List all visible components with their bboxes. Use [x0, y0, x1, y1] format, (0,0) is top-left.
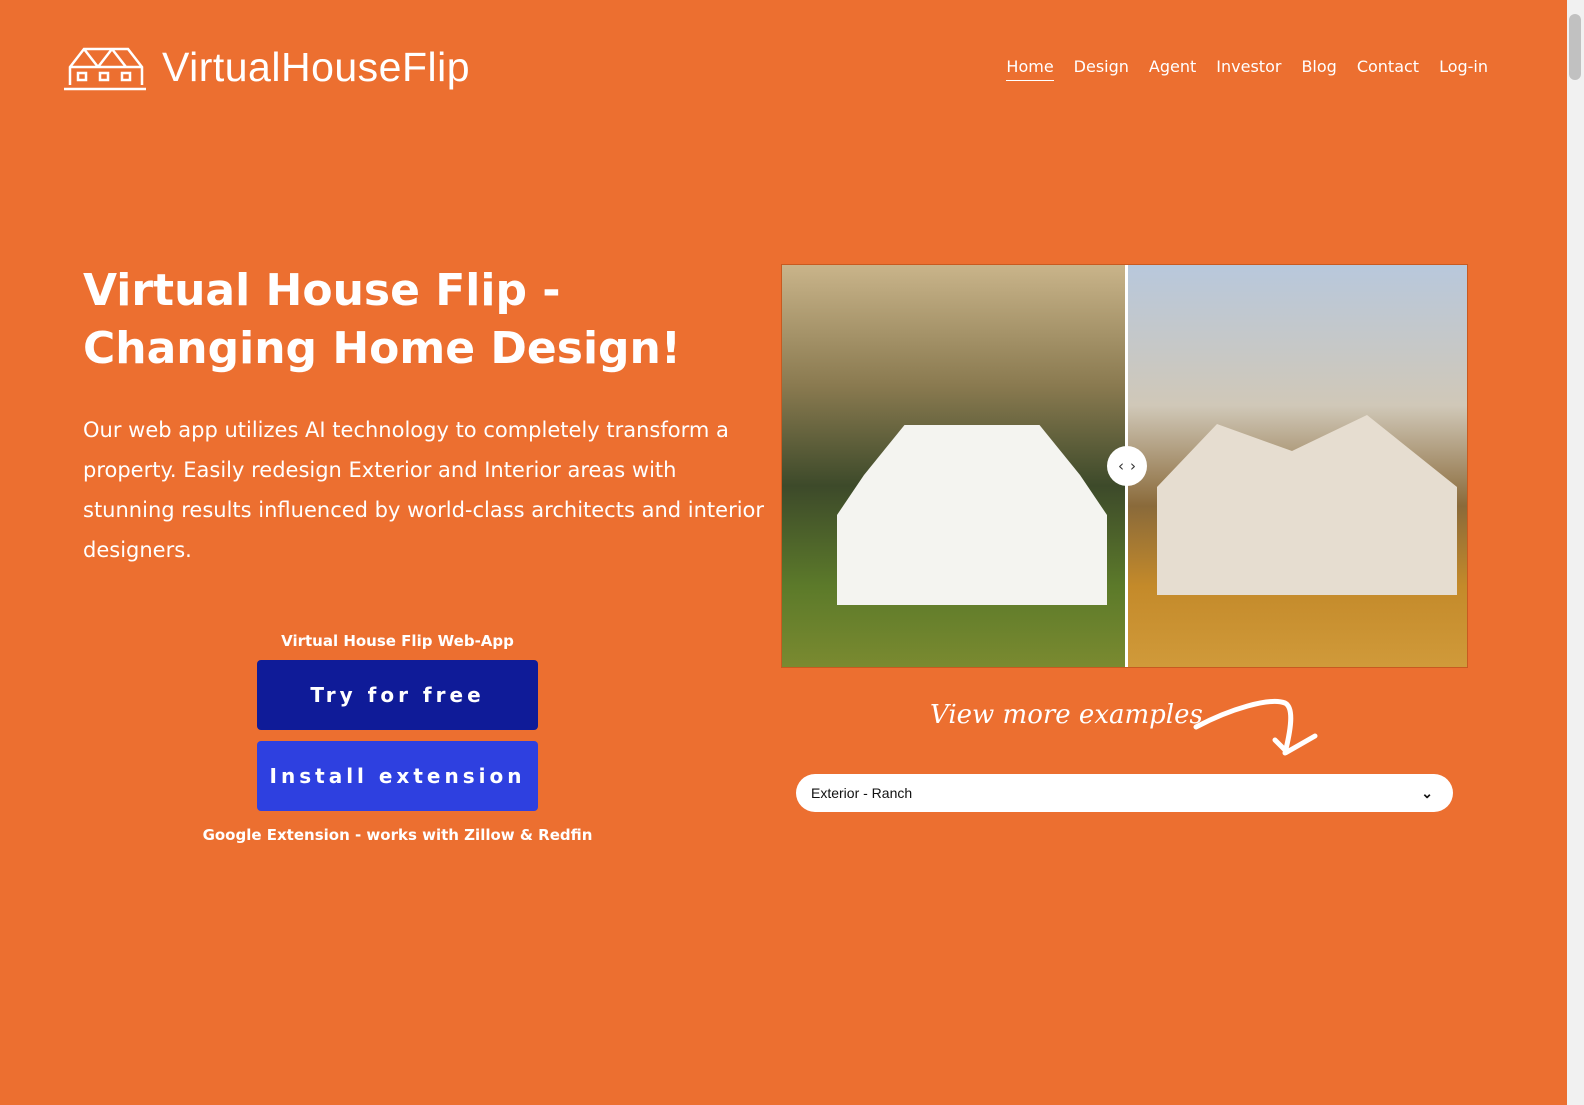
before-after-slider[interactable]: ‹ ›: [781, 264, 1468, 668]
cta-label: Virtual House Flip Web-App: [281, 632, 514, 650]
examples-select[interactable]: Exterior - Ranch ⌄: [796, 774, 1453, 812]
chevron-down-icon: ⌄: [1421, 784, 1433, 801]
slider-handle[interactable]: ‹ ›: [1107, 446, 1147, 486]
brand-name: VirtualHouseFlip: [162, 44, 471, 90]
nav-home[interactable]: Home: [1006, 57, 1054, 81]
logo[interactable]: VirtualHouseFlip: [62, 44, 470, 91]
house-logo-icon: [64, 47, 146, 90]
curved-arrow-icon: [1193, 698, 1318, 756]
renovated-house: [837, 425, 1107, 605]
nav-blog[interactable]: Blog: [1301, 57, 1336, 81]
hero-description: Our web app utilizes AI technology to co…: [83, 418, 765, 562]
chevron-left-icon: ‹: [1118, 457, 1124, 475]
nav-login[interactable]: Log-in: [1439, 57, 1488, 81]
nav-investor[interactable]: Investor: [1216, 57, 1281, 81]
extension-note: Google Extension - works with Zillow & R…: [202, 826, 593, 844]
cta-section: Virtual House Flip Web-App Try for free …: [203, 632, 593, 844]
after-image: [782, 265, 1127, 667]
selected-example: Exterior - Ranch: [811, 785, 913, 801]
before-image: [1127, 265, 1467, 667]
old-house: [1157, 415, 1457, 595]
nav-contact[interactable]: Contact: [1357, 57, 1419, 81]
chevron-right-icon: ›: [1130, 457, 1136, 475]
nav-agent[interactable]: Agent: [1149, 57, 1196, 81]
try-for-free-button[interactable]: Try for free: [257, 660, 538, 730]
view-more-heading: View more examples: [930, 700, 1203, 730]
main-nav: Home Design Agent Investor Blog Contact …: [1006, 57, 1488, 81]
install-extension-button[interactable]: Install extension: [257, 741, 538, 811]
scrollbar[interactable]: [1567, 0, 1584, 1105]
nav-design[interactable]: Design: [1074, 57, 1129, 81]
hero-title: Virtual House Flip - Changing Home Desig…: [83, 265, 681, 374]
scrollbar-thumb[interactable]: [1569, 14, 1581, 80]
